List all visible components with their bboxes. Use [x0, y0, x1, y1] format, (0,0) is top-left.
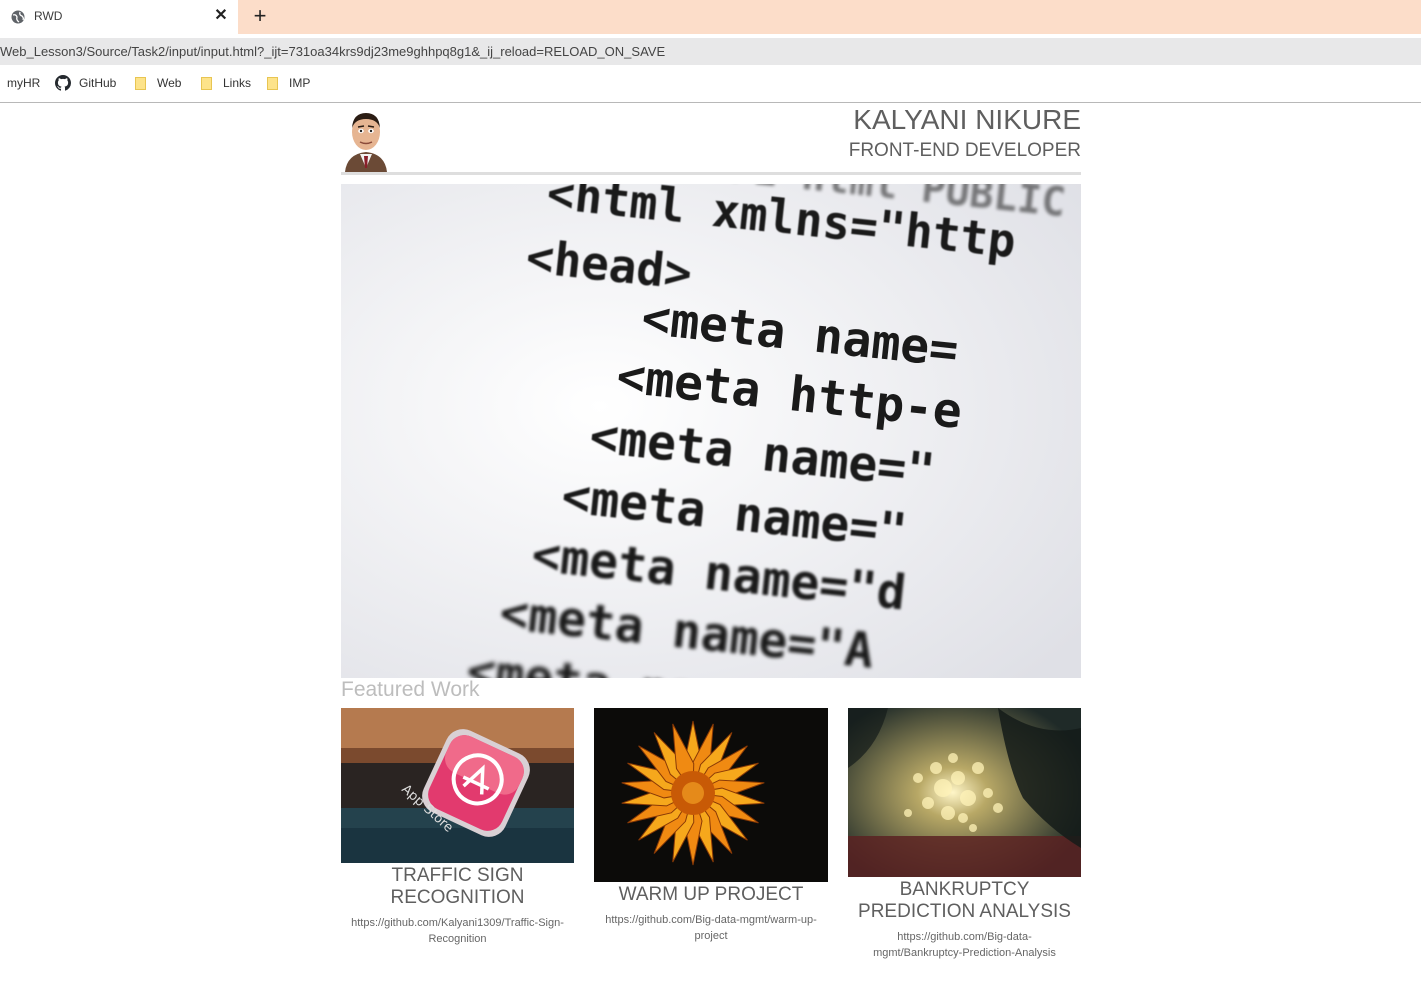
- bokeh-light: [904, 809, 912, 817]
- page-title: KALYANI NIKURE: [853, 104, 1081, 135]
- work-card: BANKRUPTCY PREDICTION ANALYSIS https://g…: [848, 708, 1081, 961]
- bokeh-light: [934, 779, 952, 797]
- tab-title: RWD: [34, 9, 63, 23]
- bokeh-image: [848, 708, 1081, 877]
- folder-icon: [267, 77, 278, 90]
- hero-image: <!DOCTYPE html PUBLIC <html xmlns="http …: [341, 184, 1081, 678]
- tab-strip: RWD ✕ +: [0, 0, 1421, 34]
- bookmark-web[interactable]: Web: [157, 76, 181, 90]
- work-title: WARM UP PROJECT: [618, 884, 804, 905]
- bokeh-light: [951, 771, 965, 785]
- work-link[interactable]: https://github.com/Big-data-mgmt/Bankrup…: [848, 929, 1081, 961]
- work-link[interactable]: https://github.com/Big-data-mgmt/warm-up…: [594, 912, 828, 944]
- address-bar[interactable]: Web_Lesson3/Source/Task2/input/input.htm…: [0, 38, 1421, 65]
- bokeh-light: [930, 762, 942, 774]
- bokeh-light: [941, 806, 955, 820]
- bokeh-light: [958, 813, 968, 823]
- bookmarks-bar: myHR GitHub Web Links IMP: [0, 66, 1421, 103]
- work-thumbnail[interactable]: App Store: [341, 708, 574, 863]
- url-text[interactable]: Web_Lesson3/Source/Task2/input/input.htm…: [0, 44, 665, 59]
- bookmark-github[interactable]: GitHub: [79, 76, 116, 90]
- folder-icon: [201, 77, 212, 90]
- work-card: WARM UP PROJECT https://github.com/Big-d…: [594, 708, 828, 944]
- bokeh-light: [972, 762, 984, 774]
- bokeh-light: [993, 803, 1003, 813]
- work-thumbnail[interactable]: [848, 708, 1081, 877]
- flower-core: [682, 782, 704, 804]
- bokeh-light: [913, 773, 923, 783]
- work-title: BANKRUPTCY PREDICTION ANALYSIS: [858, 879, 1071, 922]
- bookmark-imp[interactable]: IMP: [289, 76, 310, 90]
- work-card: App Store TRAFFIC SIGN RECOGNITION https…: [341, 708, 574, 947]
- bokeh-light: [922, 797, 934, 809]
- section-heading: Featured Work: [341, 678, 480, 701]
- folder-icon: [135, 77, 146, 90]
- globe-icon: [11, 10, 25, 24]
- work-thumbnail[interactable]: [594, 708, 828, 882]
- app-store-image: App Store: [341, 708, 574, 863]
- close-tab-icon[interactable]: ✕: [213, 8, 229, 24]
- page-header: KALYANI NIKURE FRONT-END DEVELOPER: [341, 104, 1081, 175]
- bokeh-light: [948, 753, 958, 763]
- page-subtitle: FRONT-END DEVELOPER: [848, 140, 1081, 161]
- bookmark-links[interactable]: Links: [223, 76, 251, 90]
- avatar-image: [341, 108, 391, 172]
- bookmark-myhr[interactable]: myHR: [7, 76, 40, 90]
- github-icon: [55, 75, 71, 91]
- bokeh-light: [983, 788, 993, 798]
- new-tab-button[interactable]: +: [251, 5, 269, 27]
- bokeh-light: [969, 824, 977, 832]
- work-link[interactable]: https://github.com/Kalyani1309/Traffic-S…: [341, 915, 574, 947]
- work-title: TRAFFIC SIGN RECOGNITION: [390, 865, 525, 908]
- avatar: [341, 108, 391, 172]
- sunflower-image: [594, 708, 828, 882]
- browser-tab[interactable]: RWD ✕: [0, 0, 238, 34]
- bokeh-light: [960, 790, 976, 806]
